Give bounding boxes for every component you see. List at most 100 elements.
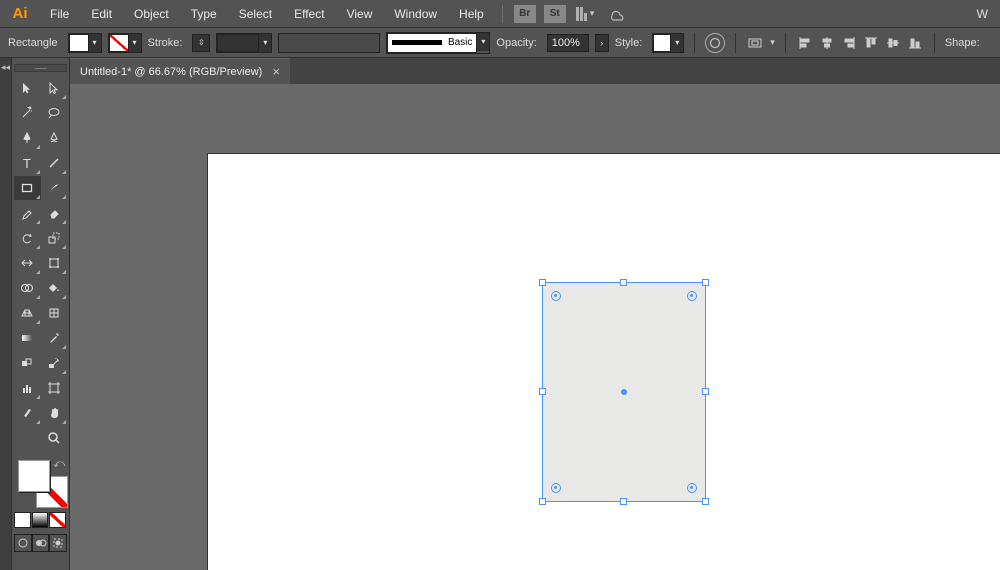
type-tool[interactable]: T [14,151,41,175]
opacity-dropdown[interactable]: › [595,34,609,52]
line-segment-tool[interactable] [41,151,68,175]
stroke-weight-stepper[interactable]: ⇳ [192,34,210,52]
hand-tool[interactable] [41,401,68,425]
resize-handle-mr[interactable] [702,388,709,395]
none-mode-button[interactable] [49,512,66,528]
eraser-tool[interactable] [41,201,68,225]
panel-collapse-button[interactable]: ◂◂ [0,58,12,570]
align-right-button[interactable] [840,34,858,52]
artboard-tool[interactable] [41,376,68,400]
menu-view[interactable]: View [337,3,383,25]
color-mode-button[interactable] [14,512,31,528]
live-corner-widget[interactable] [551,483,561,493]
brush-profile-dropdown[interactable]: Basic ▾ [386,32,490,54]
divider [502,5,503,23]
resize-handle-br[interactable] [702,498,709,505]
resize-handle-tr[interactable] [702,279,709,286]
chevron-down-icon: ▾ [590,8,595,19]
eyedropper-tool[interactable] [41,326,68,350]
variable-width-profile[interactable] [278,33,380,53]
selection-bounding-box[interactable] [542,282,706,502]
graphic-style-dropdown[interactable]: ▾ [652,33,684,53]
menu-edit[interactable]: Edit [81,3,122,25]
pen-tool[interactable] [14,126,41,150]
resize-handle-ml[interactable] [539,388,546,395]
align-top-button[interactable] [862,34,880,52]
basic-label: Basic [448,37,472,48]
align-to-selection-button[interactable] [746,34,764,52]
stroke-swatch-dropdown[interactable]: ▾ [108,33,142,53]
menu-bar: Ai File Edit Object Type Select Effect V… [0,0,1000,27]
curvature-tool[interactable] [41,126,68,150]
fill-color-swatch[interactable] [18,460,50,492]
stroke-label[interactable]: Stroke: [148,37,183,49]
free-transform-tool[interactable] [41,251,68,275]
zoom-tool[interactable] [41,426,67,450]
paintbrush-tool[interactable] [41,176,68,200]
slice-tool[interactable] [14,401,41,425]
gradient-mode-button[interactable] [32,512,49,528]
sync-settings-icon[interactable] [607,6,627,22]
perspective-grid-tool[interactable] [14,301,41,325]
column-graph-tool[interactable] [14,376,41,400]
swap-fill-stroke-icon[interactable]: ⤺ [53,458,65,471]
toolbox-panel: T [12,58,70,570]
app-logo: Ai [8,2,32,26]
chevron-down-icon[interactable]: ▾ [770,37,775,48]
menu-window[interactable]: Window [384,3,447,25]
control-bar: Rectangle ▾ ▾ Stroke: ⇳ ▾ Basic ▾ Opacit… [0,27,1000,58]
brush-definition-dropdown[interactable]: ▾ [216,33,272,53]
close-tab-icon[interactable]: × [272,64,280,79]
symbol-sprayer-tool[interactable] [41,351,68,375]
mesh-tool[interactable] [41,301,68,325]
panel-grip[interactable] [14,64,67,72]
resize-handle-bm[interactable] [620,498,627,505]
document-tab-title: Untitled-1* @ 66.67% (RGB/Preview) [80,66,262,78]
recolor-artwork-button[interactable] [705,33,725,53]
live-corner-widget[interactable] [551,291,561,301]
lasso-tool[interactable] [41,101,68,125]
rotate-tool[interactable] [14,226,41,250]
style-label[interactable]: Style: [615,37,643,49]
width-tool[interactable] [14,251,41,275]
rectangle-tool[interactable] [14,176,41,200]
menu-effect[interactable]: Effect [284,3,334,25]
live-corner-widget[interactable] [687,291,697,301]
magic-wand-tool[interactable] [14,101,41,125]
chevron-down-icon: ▾ [89,34,101,52]
align-vcenter-button[interactable] [884,34,902,52]
draw-normal-button[interactable] [14,534,32,552]
draw-behind-button[interactable] [32,534,50,552]
shape-label[interactable]: Shape: [945,37,980,49]
document-tab-strip: Untitled-1* @ 66.67% (RGB/Preview) × [70,58,1000,84]
align-hcenter-button[interactable] [818,34,836,52]
live-corner-widget[interactable] [687,483,697,493]
gradient-tool[interactable] [14,326,41,350]
document-tab[interactable]: Untitled-1* @ 66.67% (RGB/Preview) × [70,58,290,84]
align-left-button[interactable] [796,34,814,52]
menu-select[interactable]: Select [229,3,282,25]
selection-tool[interactable] [14,76,41,100]
direct-selection-tool[interactable] [41,76,68,100]
workspace-switcher[interactable]: ▾ [576,7,595,21]
resize-handle-bl[interactable] [539,498,546,505]
scale-tool[interactable] [41,226,68,250]
align-bottom-button[interactable] [906,34,924,52]
menu-type[interactable]: Type [181,3,227,25]
menu-object[interactable]: Object [124,3,179,25]
menu-help[interactable]: Help [449,3,494,25]
fill-swatch-dropdown[interactable]: ▾ [68,33,102,53]
viewport[interactable] [70,84,1000,570]
live-paint-bucket-tool[interactable] [41,276,68,300]
blend-tool[interactable] [14,351,41,375]
shape-builder-tool[interactable] [14,276,41,300]
opacity-label[interactable]: Opacity: [496,37,536,49]
menu-file[interactable]: File [40,3,79,25]
bridge-button[interactable]: Br [514,5,536,23]
stock-button[interactable]: St [544,5,566,23]
opacity-input[interactable]: 100% [547,34,589,52]
resize-handle-tl[interactable] [539,279,546,286]
draw-inside-button[interactable] [49,534,67,552]
resize-handle-tm[interactable] [620,279,627,286]
shaper-tool[interactable] [14,201,41,225]
